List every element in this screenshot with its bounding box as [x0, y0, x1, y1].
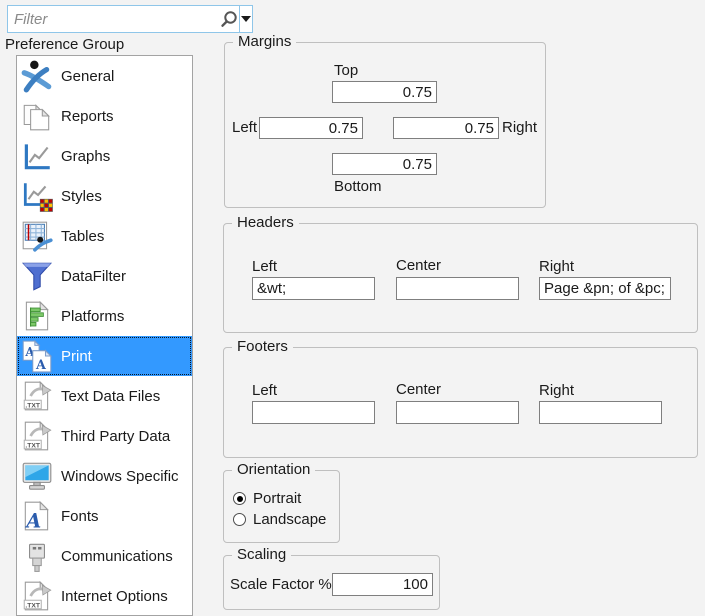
footer-center-label: Center: [396, 381, 441, 398]
sidebar-item-label: Communications: [61, 548, 173, 565]
radio-label: Landscape: [253, 511, 326, 528]
sidebar-item-platforms[interactable]: Platforms: [17, 296, 192, 336]
sidebar-item-label: Reports: [61, 108, 114, 125]
header-center-label: Center: [396, 257, 441, 274]
sidebar-item-label: Internet Options: [61, 588, 168, 605]
filter-input[interactable]: [8, 6, 219, 32]
chart-style-icon: [20, 179, 54, 213]
sidebar-item-graphs[interactable]: Graphs: [17, 136, 192, 176]
footer-right-label: Right: [539, 382, 574, 399]
sidebar-item-label: Fonts: [61, 508, 99, 525]
documents-icon: [20, 99, 54, 133]
margin-top-label: Top: [334, 62, 358, 79]
header-right-label: Right: [539, 258, 574, 275]
funnel-icon: [20, 259, 54, 293]
sidebar-item-label: General: [61, 68, 114, 85]
sidebar-item-fonts[interactable]: A Fonts: [17, 496, 192, 536]
sidebar-item-label: Platforms: [61, 308, 124, 325]
svg-text:A: A: [35, 358, 47, 373]
line-chart-icon: [20, 139, 54, 173]
txt-file-icon: .TXT: [20, 579, 54, 613]
preferences-window: Preference Group General Reports Graphs …: [0, 0, 705, 616]
svg-text:.TXT: .TXT: [25, 442, 41, 449]
chevron-down-icon: [241, 16, 251, 22]
sidebar-item-label: Print: [61, 348, 92, 365]
sidebar-item-communications[interactable]: Communications: [17, 536, 192, 576]
footer-left-label: Left: [252, 382, 277, 399]
sidebar-item-print[interactable]: A A Print: [17, 336, 192, 376]
footer-right-input[interactable]: [539, 401, 662, 424]
orientation-legend: Orientation: [232, 461, 315, 478]
sidebar-item-internet-options[interactable]: .TXT Internet Options: [17, 576, 192, 616]
sidebar-item-label: Text Data Files: [61, 388, 160, 405]
sidebar-item-third-party-data[interactable]: .TXT Third Party Data: [17, 416, 192, 456]
margin-left-input[interactable]: [259, 117, 363, 139]
margin-left-label: Left: [232, 119, 257, 136]
sidebar-item-datafilter[interactable]: DataFilter: [17, 256, 192, 296]
radio-unselected-icon: [233, 513, 246, 526]
header-right-input[interactable]: [539, 277, 671, 300]
sidebar-item-label: Styles: [61, 188, 102, 205]
header-left-input[interactable]: [252, 277, 375, 300]
preference-group-title: Preference Group: [5, 36, 124, 53]
svg-text:.TXT: .TXT: [25, 402, 41, 409]
header-center-input[interactable]: [396, 277, 519, 300]
margin-bottom-input[interactable]: [332, 153, 437, 175]
table-icon: [20, 219, 54, 253]
margin-bottom-label: Bottom: [334, 178, 382, 195]
scale-factor-input[interactable]: [332, 573, 433, 596]
header-left-label: Left: [252, 258, 277, 275]
svg-text:.TXT: .TXT: [25, 602, 41, 609]
margin-right-label: Right: [502, 119, 537, 136]
svg-text:A: A: [24, 510, 41, 533]
scale-factor-label: Scale Factor %: [230, 576, 332, 593]
txt-file-icon: .TXT: [20, 419, 54, 453]
sidebar-item-styles[interactable]: Styles: [17, 176, 192, 216]
footer-center-input[interactable]: [396, 401, 519, 424]
sidebar-item-reports[interactable]: Reports: [17, 96, 192, 136]
radio-landscape[interactable]: Landscape: [233, 509, 326, 530]
sidebar-item-general[interactable]: General: [17, 56, 192, 96]
radio-label: Portrait: [253, 490, 301, 507]
scaling-legend: Scaling: [232, 546, 291, 563]
filter-box: [7, 5, 253, 33]
txt-file-icon: .TXT: [20, 379, 54, 413]
radio-portrait[interactable]: Portrait: [233, 488, 326, 509]
headers-legend: Headers: [232, 214, 299, 231]
sidebar-item-tables[interactable]: Tables: [17, 216, 192, 256]
sidebar-item-label: DataFilter: [61, 268, 126, 285]
sidebar-item-windows-specific[interactable]: Windows Specific: [17, 456, 192, 496]
jmp-person-icon: [20, 59, 54, 93]
sidebar-item-text-data-files[interactable]: .TXT Text Data Files: [17, 376, 192, 416]
margin-right-input[interactable]: [393, 117, 499, 139]
orientation-options: Portrait Landscape: [233, 488, 326, 530]
monitor-icon: [20, 459, 54, 493]
usb-icon: [20, 539, 54, 573]
sidebar-item-label: Graphs: [61, 148, 110, 165]
margins-legend: Margins: [233, 33, 296, 50]
radio-selected-icon: [233, 492, 246, 505]
footer-left-input[interactable]: [252, 401, 375, 424]
search-icon[interactable]: [219, 6, 239, 32]
sidebar-item-label: Third Party Data: [61, 428, 170, 445]
sidebar-item-label: Windows Specific: [61, 468, 179, 485]
filter-dropdown-button[interactable]: [240, 6, 252, 32]
sidebar-item-label: Tables: [61, 228, 104, 245]
bar-report-icon: [20, 299, 54, 333]
margin-top-input[interactable]: [332, 81, 437, 103]
footers-legend: Footers: [232, 338, 293, 355]
font-page-icon: A: [20, 499, 54, 533]
preference-group-list: General Reports Graphs Styles: [16, 55, 193, 616]
print-pages-icon: A A: [20, 339, 54, 373]
